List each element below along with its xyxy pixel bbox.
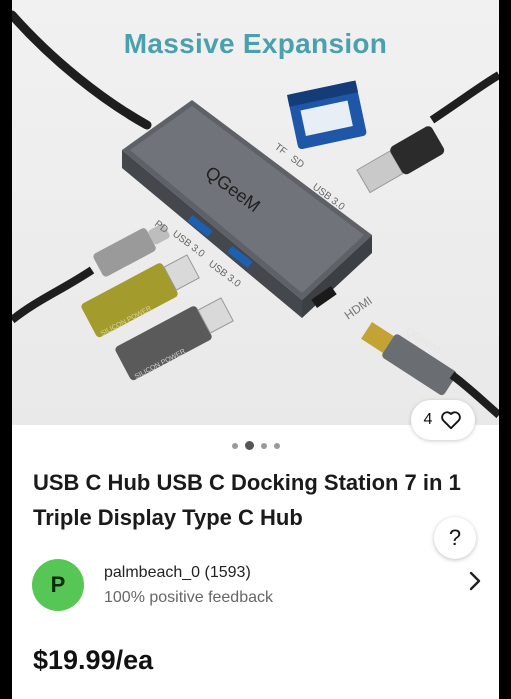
seller-info[interactable]: P palmbeach_0 (1593) 100% positive feedb… [32,556,482,620]
price: $19.99/ea [33,645,154,675]
watch-button[interactable]: 4 [411,400,475,440]
listing-title: USB C Hub USB C Docking Station 7 in 1 T… [33,470,461,530]
hub-illustration: QGeeM TF SD USB 3.0 PD USB 3.0 USB 3.0 H… [12,10,499,419]
usb-plug-right [356,126,445,194]
svg-text:SD: SD [288,154,306,171]
seller-avatar: P [32,559,84,611]
product-image[interactable]: QGeeM TF SD USB 3.0 PD USB 3.0 USB 3.0 H… [12,0,499,425]
carousel-indicators [12,441,499,450]
banner-heading: Massive Expansion [123,28,388,59]
carousel-dot[interactable] [260,442,267,449]
carousel-dot[interactable] [273,442,280,449]
phone-screen: QGeeM TF SD USB 3.0 PD USB 3.0 USB 3.0 H… [12,0,499,699]
sd-card [287,80,367,150]
chevron-right-icon [469,571,481,591]
help-button[interactable]: ? [434,517,476,559]
heart-outline-icon [441,411,462,430]
seller-feedback: 100% positive feedback [104,589,273,606]
carousel-dot-active[interactable] [244,441,254,450]
carousel-dot[interactable] [231,442,238,449]
watch-count: 4 [423,411,433,428]
svg-text:TF: TF [272,142,288,158]
svg-text:HDMI: HDMI [342,293,375,322]
seller-name: palmbeach_0 (1593) [104,564,251,581]
